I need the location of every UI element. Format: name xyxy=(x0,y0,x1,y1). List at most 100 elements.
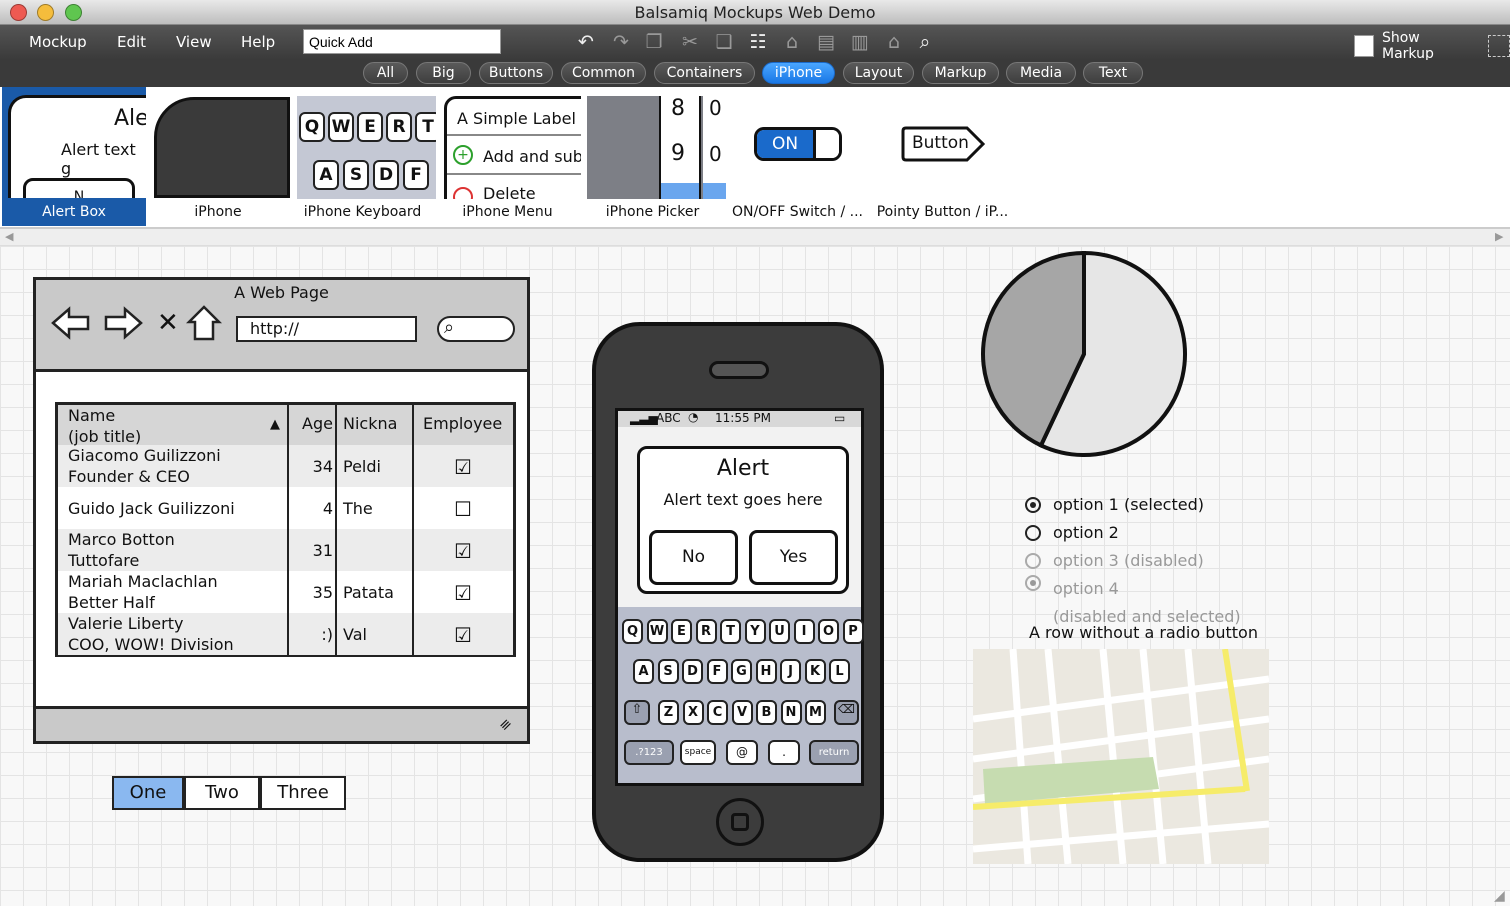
clipboard-icon[interactable]: ☷ xyxy=(745,29,771,55)
tab-layout[interactable]: Layout xyxy=(843,62,914,84)
copy-icon[interactable]: ❐ xyxy=(641,29,667,55)
fullscreen-icon[interactable] xyxy=(1488,35,1510,57)
show-markup-toggle[interactable]: Show Markup xyxy=(1354,30,1510,62)
send-back-icon[interactable]: ▥ xyxy=(847,29,873,55)
header-nickname[interactable]: Nickna xyxy=(343,414,397,434)
keyboard-key[interactable]: Y xyxy=(744,619,766,644)
library-scrollbar[interactable]: ◀ ▶ xyxy=(0,228,1510,246)
tab-containers[interactable]: Containers xyxy=(654,62,755,84)
radio-row[interactable]: option 1 (selected) xyxy=(1025,491,1204,519)
keyboard-key[interactable]: G xyxy=(731,659,752,684)
tab-all[interactable]: All xyxy=(363,62,408,84)
keyboard-key[interactable]: X xyxy=(682,700,704,725)
search-icon[interactable]: ⌕ xyxy=(912,29,938,55)
keyboard-key[interactable]: C xyxy=(707,700,728,725)
library-item-iphone[interactable]: iPhone xyxy=(146,87,290,226)
keyboard-key[interactable]: Z xyxy=(658,700,679,725)
keyboard-key[interactable]: D xyxy=(682,659,703,684)
shift-key-icon[interactable]: ⇧ xyxy=(624,700,650,725)
library-item-iphone-keyboard[interactable]: QWERT ASDF iPhone Keyboard xyxy=(290,87,436,226)
keyboard-key[interactable]: N xyxy=(780,700,802,725)
checkbox-icon[interactable] xyxy=(1354,35,1374,57)
key-space[interactable]: space xyxy=(680,740,716,765)
menu-help[interactable]: Help xyxy=(241,25,275,60)
undo-icon[interactable]: ↶ xyxy=(573,29,599,55)
unchecked-checkbox-icon[interactable]: ☐ xyxy=(453,499,473,519)
keyboard-key[interactable]: K xyxy=(804,659,826,684)
tab-buttons[interactable]: Buttons xyxy=(479,62,553,84)
minimize-window-icon[interactable] xyxy=(37,4,54,21)
quick-add-input[interactable] xyxy=(303,29,501,54)
tab-iphone[interactable]: iPhone xyxy=(762,62,835,84)
scroll-left-arrow-icon[interactable]: ◀ xyxy=(5,230,13,243)
header-age[interactable]: Age xyxy=(302,414,333,434)
forward-arrow-icon[interactable] xyxy=(102,306,144,340)
segmented-control[interactable]: One Two Three xyxy=(112,776,348,812)
keyboard-key[interactable]: H xyxy=(755,659,777,684)
back-arrow-icon[interactable] xyxy=(50,306,92,340)
keyboard-key[interactable]: O xyxy=(818,619,839,644)
keyboard-key[interactable]: E xyxy=(671,619,692,644)
menu-view[interactable]: View xyxy=(176,25,212,60)
keyboard-key[interactable]: U xyxy=(769,619,790,644)
keyboard-key[interactable]: L xyxy=(829,659,850,684)
stop-icon[interactable]: ✕ xyxy=(157,308,179,338)
canvas-resize-grip-icon[interactable]: ◢ xyxy=(1494,888,1505,904)
url-bar[interactable]: http:// xyxy=(236,316,417,342)
browser-search-field[interactable]: ⌕ xyxy=(437,316,515,342)
table-row[interactable]: Guido Jack Guilizzoni 4 The ☐ xyxy=(58,487,513,529)
zoom-window-icon[interactable] xyxy=(65,4,82,21)
keyboard-key[interactable]: W xyxy=(646,619,668,644)
tab-media[interactable]: Media xyxy=(1006,62,1076,84)
checked-checkbox-icon[interactable]: ☑ xyxy=(453,625,473,645)
table-row[interactable]: Giacomo Guilizzoni Founder & CEO 34 Peldi ☑ xyxy=(58,445,513,487)
header-employee[interactable]: Employee xyxy=(423,414,502,434)
key-period[interactable]: . xyxy=(768,740,800,765)
keyboard-key[interactable]: I xyxy=(793,619,815,644)
menu-edit[interactable]: Edit xyxy=(117,25,146,60)
data-grid[interactable]: Name (job title) ▲ Age Nickna Employee G… xyxy=(55,402,516,657)
library-item-pointy-button[interactable]: Button Pointy Button / iP... xyxy=(870,87,1015,226)
radio-row[interactable]: option 2 xyxy=(1025,519,1119,547)
group-icon[interactable]: ⌂ xyxy=(779,29,805,55)
tab-markup[interactable]: Markup xyxy=(922,62,999,84)
home-icon[interactable] xyxy=(186,304,222,342)
browser-window-mockup[interactable]: A Web Page ✕ http:// ⌕ ≡ Name (job title… xyxy=(33,277,530,744)
tab-big[interactable]: Big xyxy=(416,62,471,84)
keyboard-key[interactable]: M xyxy=(805,700,826,725)
tab-common[interactable]: Common xyxy=(561,62,646,84)
table-row[interactable]: Valerie Liberty COO, WOW! Division:) Val ☑ xyxy=(58,613,513,655)
checked-checkbox-icon[interactable]: ☑ xyxy=(453,457,473,477)
keyboard-key[interactable]: Q xyxy=(622,619,643,644)
segment-three[interactable]: Three xyxy=(260,776,346,810)
checked-checkbox-icon[interactable]: ☑ xyxy=(453,583,473,603)
sort-ascending-icon[interactable]: ▲ xyxy=(270,417,280,432)
bring-front-icon[interactable]: ▤ xyxy=(813,29,839,55)
keyboard-key[interactable]: T xyxy=(720,619,741,644)
key-numbers[interactable]: .?123 xyxy=(624,740,674,765)
keyboard-key[interactable]: P xyxy=(842,619,864,644)
home-button-icon[interactable] xyxy=(716,798,764,846)
keyboard-key[interactable]: J xyxy=(780,659,801,684)
tab-text[interactable]: Text xyxy=(1083,62,1143,84)
table-row[interactable]: Mariah Maclachlan Better Half 35 Patata ☑ xyxy=(58,571,513,613)
checked-checkbox-icon[interactable]: ☑ xyxy=(453,541,473,561)
keyboard-key[interactable]: R xyxy=(695,619,717,644)
key-at[interactable]: @ xyxy=(726,740,758,765)
mockup-canvas[interactable]: A Web Page ✕ http:// ⌕ ≡ Name (job title… xyxy=(0,246,1510,906)
segment-two[interactable]: Two xyxy=(184,776,260,810)
keyboard-key[interactable]: A xyxy=(633,659,654,684)
alert-no-button[interactable]: No xyxy=(649,530,738,585)
library-item-onoff-switch[interactable]: ON ON/OFF Switch / ... xyxy=(725,87,870,226)
library-item-alert-box[interactable]: Ale Alert text g N Alert Box xyxy=(2,87,146,226)
cut-icon[interactable]: ✂ xyxy=(677,29,703,55)
keyboard-key[interactable]: F xyxy=(706,659,728,684)
keyboard-key[interactable]: B xyxy=(756,700,777,725)
iphone-mockup[interactable]: ▂▃▅ ABC ◔ 11:55 PM ▭ Alert Alert text go… xyxy=(592,322,884,862)
duplicate-icon[interactable]: ❑ xyxy=(711,29,737,55)
keyboard-key[interactable]: V xyxy=(731,700,753,725)
keyboard-key[interactable]: S xyxy=(657,659,679,684)
backspace-key-icon[interactable]: ⌫ xyxy=(834,700,859,725)
key-return[interactable]: return xyxy=(809,740,859,765)
lock-icon[interactable]: ⌂ xyxy=(881,29,907,55)
